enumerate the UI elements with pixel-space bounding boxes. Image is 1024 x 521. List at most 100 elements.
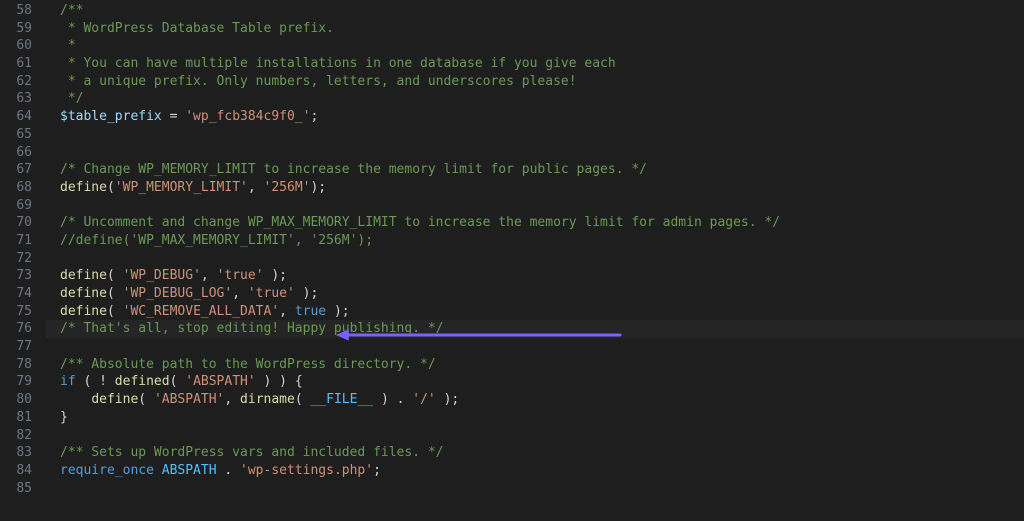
token-comment: //define('WP_MAX_MEMORY_LIMIT', '256M'); bbox=[60, 233, 373, 248]
token-keyword: require_once bbox=[60, 463, 154, 478]
token-string: 'WP_DEBUG' bbox=[123, 268, 201, 283]
code-line[interactable]: if ( ! defined( 'ABSPATH' ) ) { bbox=[46, 373, 1024, 391]
token-punct: . bbox=[217, 463, 240, 478]
code-line[interactable] bbox=[46, 427, 1024, 445]
code-line[interactable] bbox=[46, 480, 1024, 498]
code-line[interactable]: /* Uncomment and change WP_MAX_MEMORY_LI… bbox=[46, 214, 1024, 232]
code-line[interactable]: } bbox=[46, 409, 1024, 427]
code-line[interactable] bbox=[46, 144, 1024, 162]
token-punct: ; bbox=[373, 463, 381, 478]
token-punct: , bbox=[248, 180, 264, 195]
line-number: 75 bbox=[0, 303, 46, 321]
token-punct: ( bbox=[107, 180, 115, 195]
line-number: 70 bbox=[0, 214, 46, 232]
token-punct: ( bbox=[170, 374, 186, 389]
line-number: 65 bbox=[0, 126, 46, 144]
line-number: 66 bbox=[0, 144, 46, 162]
token-func: define bbox=[60, 304, 107, 319]
code-line[interactable] bbox=[46, 126, 1024, 144]
code-line[interactable]: //define('WP_MAX_MEMORY_LIMIT', '256M'); bbox=[46, 232, 1024, 250]
code-line[interactable]: require_once ABSPATH . 'wp-settings.php'… bbox=[46, 462, 1024, 480]
code-line[interactable]: /** Sets up WordPress vars and included … bbox=[46, 444, 1024, 462]
line-number: 71 bbox=[0, 232, 46, 250]
token-punct: ); bbox=[326, 304, 349, 319]
token-punct: ) ) { bbox=[256, 374, 303, 389]
code-line[interactable]: /** bbox=[46, 2, 1024, 20]
code-line[interactable] bbox=[46, 250, 1024, 268]
line-number: 84 bbox=[0, 462, 46, 480]
token-string: 'true' bbox=[248, 286, 295, 301]
code-line[interactable]: * WordPress Database Table prefix. bbox=[46, 20, 1024, 38]
token-string: 'WP_MEMORY_LIMIT' bbox=[115, 180, 248, 195]
token-punct: ( bbox=[107, 268, 123, 283]
token-string: 'ABSPATH' bbox=[185, 374, 255, 389]
line-number: 60 bbox=[0, 37, 46, 55]
token-string: 'wp-settings.php' bbox=[240, 463, 373, 478]
token-string: 'true' bbox=[217, 268, 264, 283]
token-string: 'ABSPATH' bbox=[154, 392, 224, 407]
token-comment: /* Uncomment and change WP_MAX_MEMORY_LI… bbox=[60, 215, 780, 230]
token-string: 'WP_DEBUG_LOG' bbox=[123, 286, 233, 301]
token-func: dirname bbox=[240, 392, 295, 407]
line-number: 76 bbox=[0, 320, 46, 338]
code-line[interactable]: define( 'WP_DEBUG', 'true' ); bbox=[46, 267, 1024, 285]
code-line[interactable]: /* Change WP_MEMORY_LIMIT to increase th… bbox=[46, 161, 1024, 179]
token-comment: /* Change WP_MEMORY_LIMIT to increase th… bbox=[60, 162, 647, 177]
token-punct: ( bbox=[295, 392, 311, 407]
line-number: 64 bbox=[0, 108, 46, 126]
token-punct: , bbox=[232, 286, 248, 301]
token-punct: , bbox=[224, 392, 240, 407]
code-line[interactable]: define( 'WP_DEBUG_LOG', 'true' ); bbox=[46, 285, 1024, 303]
line-number: 81 bbox=[0, 409, 46, 427]
token-keyword: true bbox=[295, 304, 326, 319]
token-punct: , bbox=[279, 304, 295, 319]
code-line[interactable] bbox=[46, 338, 1024, 356]
line-number: 67 bbox=[0, 161, 46, 179]
code-line[interactable]: /* That's all, stop editing! Happy publi… bbox=[46, 320, 1024, 338]
code-line[interactable]: * You can have multiple installations in… bbox=[46, 55, 1024, 73]
token-punct: ); bbox=[295, 286, 318, 301]
line-number: 69 bbox=[0, 197, 46, 215]
line-number: 63 bbox=[0, 90, 46, 108]
line-number: 72 bbox=[0, 250, 46, 268]
token-punct: ) . bbox=[373, 392, 412, 407]
token-punct: ); bbox=[436, 392, 459, 407]
line-number: 77 bbox=[0, 338, 46, 356]
code-line[interactable]: define( 'ABSPATH', dirname( __FILE__ ) .… bbox=[46, 391, 1024, 409]
token-punct: ( ! bbox=[76, 374, 115, 389]
code-area[interactable]: /** * WordPress Database Table prefix. *… bbox=[46, 0, 1024, 521]
code-line[interactable]: $table_prefix = 'wp_fcb384c9f0_'; bbox=[46, 108, 1024, 126]
code-line[interactable]: define('WP_MEMORY_LIMIT', '256M'); bbox=[46, 179, 1024, 197]
code-editor[interactable]: 5859606162636465666768697071727374757677… bbox=[0, 0, 1024, 521]
line-number: 78 bbox=[0, 356, 46, 374]
code-line[interactable]: /** Absolute path to the WordPress direc… bbox=[46, 356, 1024, 374]
code-line[interactable]: * a unique prefix. Only numbers, letters… bbox=[46, 73, 1024, 91]
token-func: define bbox=[91, 392, 138, 407]
token-punct: ); bbox=[264, 268, 287, 283]
token-comment: * You can have multiple installations in… bbox=[60, 56, 616, 71]
token-func: define bbox=[60, 180, 107, 195]
code-line[interactable] bbox=[46, 197, 1024, 215]
token-punct: ( bbox=[107, 286, 123, 301]
line-number: 73 bbox=[0, 267, 46, 285]
line-number: 83 bbox=[0, 444, 46, 462]
token-func: defined bbox=[115, 374, 170, 389]
line-number: 74 bbox=[0, 285, 46, 303]
token-punct: ( bbox=[107, 304, 123, 319]
token-string: '/' bbox=[412, 392, 435, 407]
code-line[interactable]: */ bbox=[46, 90, 1024, 108]
line-number: 58 bbox=[0, 2, 46, 20]
token-comment: * bbox=[60, 38, 76, 53]
line-number: 59 bbox=[0, 20, 46, 38]
token-string: 'wp_fcb384c9f0_' bbox=[185, 109, 310, 124]
token-func: define bbox=[60, 286, 107, 301]
token-comment: /** Sets up WordPress vars and included … bbox=[60, 445, 444, 460]
code-line[interactable]: * bbox=[46, 37, 1024, 55]
token-comment: * WordPress Database Table prefix. bbox=[60, 21, 334, 36]
token-string: 'WC_REMOVE_ALL_DATA' bbox=[123, 304, 280, 319]
token-plain bbox=[60, 392, 91, 407]
token-punct: ); bbox=[310, 180, 326, 195]
code-line[interactable]: define( 'WC_REMOVE_ALL_DATA', true ); bbox=[46, 303, 1024, 321]
line-number: 85 bbox=[0, 480, 46, 498]
token-punct: ( bbox=[138, 392, 154, 407]
